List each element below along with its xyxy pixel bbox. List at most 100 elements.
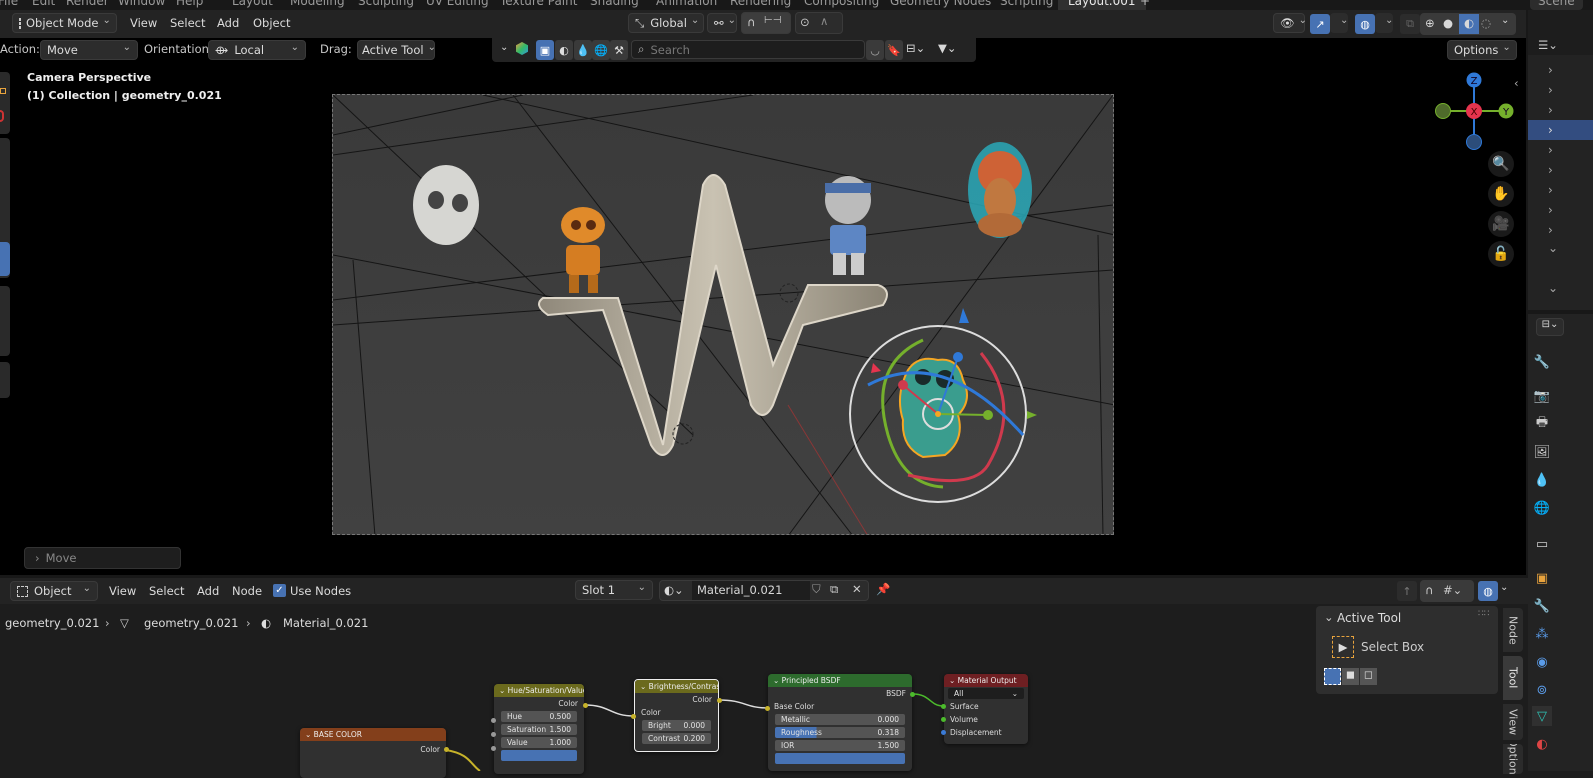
add-cube-tool-icon[interactable] [0,362,10,398]
options-dropdown[interactable]: Options [1447,40,1517,60]
menu-render[interactable]: Render [66,0,109,8]
outliner-row[interactable]: › [1528,100,1593,120]
sidebar-tab-options[interactable]: Options [1503,744,1523,774]
outliner-row-expanded[interactable]: ⌄ [1528,278,1593,298]
brush-filter-icon[interactable]: ⚒ [610,40,628,60]
socket-color-input[interactable] [631,714,636,719]
lock-camera-icon[interactable]: 🔓 [1488,241,1514,267]
object-filter-icon[interactable]: ▣ [536,40,554,60]
pivot-point-dropdown[interactable]: ⚯ [707,13,737,33]
view-layer-properties-icon[interactable]: 🖼 [1532,442,1552,462]
metallic-field[interactable]: Metallic 0.000 [775,714,905,725]
tab-texture-paint[interactable]: Texture Paint [500,0,577,8]
fake-user-shield-icon[interactable]: ⛉ [812,582,821,597]
roughness-field[interactable]: Roughness 0.318 [775,727,905,738]
tab-compositing[interactable]: Compositing [804,0,879,8]
gizmo-dropdown[interactable] [1330,13,1348,33]
outliner-row[interactable]: › [1528,140,1593,160]
outliner-display-mode-icon[interactable]: ☰⌄ [1538,38,1568,60]
data-properties-icon[interactable]: ▽ [1532,706,1552,726]
bookmark-icon[interactable]: 🔖 [885,40,903,60]
menu-window[interactable]: Window [118,0,165,8]
target-dropdown[interactable]: All ⌄ [948,688,1024,699]
chevron-down-icon[interactable]: ⌄ [1324,610,1334,624]
camera-view-icon[interactable]: 🎥 [1488,211,1514,237]
tool-properties-icon[interactable]: 🔧 [1532,352,1552,372]
slot-dropdown[interactable]: Slot 1 [575,580,653,600]
tab-rendering[interactable]: Rendering [730,0,791,8]
node-object-dropdown[interactable]: Object [10,581,98,601]
output-properties-icon[interactable]: 🖶 [1532,414,1552,434]
value-field[interactable]: Value 1.000 [501,737,577,748]
gizmo-toggle[interactable]: ↗ [1310,14,1330,34]
overlays-dropdown[interactable] [1375,13,1393,33]
socket-surface-input[interactable] [941,704,946,709]
outliner-row[interactable]: › [1528,220,1593,240]
filter-toggle-icon[interactable]: ◡ [866,40,884,60]
socket-color-output[interactable] [717,698,722,703]
material-preview-shading-icon[interactable]: ◐ [1459,14,1479,34]
tab-animation[interactable]: Animation [656,0,717,8]
menu-edit[interactable]: Edit [32,0,55,8]
search-input[interactable]: ⌕ Search [631,40,865,59]
fac-field[interactable] [501,750,577,761]
tab-scripting[interactable]: Scripting [1000,0,1053,8]
socket-volume-input[interactable] [941,717,946,722]
node-principled-bsdf[interactable]: ⌄ Principled BSDF BSDF Base Color Metall… [768,674,912,771]
constraints-properties-icon[interactable]: ⊚ [1532,680,1552,700]
outliner-row[interactable]: › [1528,200,1593,220]
node-material-output[interactable]: ⌄ Material Output All ⌄ Surface Volume Di… [944,674,1028,744]
menu-object[interactable]: Object [253,13,290,33]
bright-field[interactable]: Bright 0.000 [642,720,711,731]
unlink-material-icon[interactable]: ✕ [852,582,862,596]
menu-help[interactable]: Help [176,0,203,8]
material-filter-icon[interactable]: ◐ [555,40,573,60]
outliner-row[interactable]: › [1528,180,1593,200]
collection-properties-icon[interactable]: ▭ [1532,534,1552,554]
physics-properties-icon[interactable]: ◉ [1532,652,1552,672]
socket-bsdf-output[interactable] [910,692,915,697]
proportional-editing-toggle[interactable]: ⊙ ∧ [795,12,843,34]
sidebar-tab-view[interactable]: View [1503,704,1523,740]
material-properties-icon[interactable]: ◐ [1532,734,1552,754]
parent-node-tree-icon[interactable]: ↑ [1397,581,1417,601]
tab-sculpting[interactable]: Sculpting [358,0,414,8]
local-orientation-dropdown[interactable]: ⟴ Local [208,40,306,60]
action-dropdown[interactable]: Move [40,40,138,60]
node-menu-node[interactable]: Node [232,581,262,601]
drag-handle-icon[interactable]: ∷∷ [1478,609,1489,619]
xray-toggle[interactable]: ⧉ [1400,14,1420,34]
last-operation-panel[interactable]: › Move [24,547,181,569]
saturation-field[interactable]: Saturation 1.500 [501,724,577,735]
tab-geometry-nodes[interactable]: Geometry Nodes [890,0,991,8]
socket-input[interactable] [491,746,496,751]
outliner-row[interactable]: › [1528,160,1593,180]
filter-funnel-icon[interactable]: ▼⌄ [938,41,956,55]
socket-displacement-input[interactable] [941,730,946,735]
select-box-tool-icon[interactable] [0,88,6,94]
use-nodes-checkbox[interactable]: ✓ [273,584,286,597]
tab-uv-editing[interactable]: UV Editing [426,0,489,8]
overlays-toggle[interactable]: ◍ [1355,14,1375,34]
display-mode-dropdown-icon[interactable]: ⌄ [500,42,508,53]
socket-base-color-input[interactable] [765,706,770,711]
outliner-row[interactable]: › [1528,80,1593,100]
hue-field[interactable]: Hue 0.500 [501,711,577,722]
display-mode-icon[interactable] [516,42,528,55]
node-hue-saturation-value[interactable]: ⌄ Hue/Saturation/Value Color Hue 0.500 Sa… [494,684,584,774]
tab-layout-001[interactable]: Layout.001 [1058,0,1146,10]
socket-input[interactable] [491,718,496,723]
tab-shading[interactable]: Shading [590,0,639,8]
editor-type-dropdown[interactable]: ⊟⌄ [1536,318,1564,336]
scene-properties-icon[interactable]: 💧 [1532,470,1552,490]
light-filter-icon[interactable]: 💧 [574,40,592,60]
scene-selector[interactable]: Scene [1530,0,1583,10]
toolbar-select-group[interactable] [0,72,10,134]
menu-select[interactable]: Select [170,13,205,33]
socket-color-output[interactable] [583,703,588,708]
rendered-shading-icon[interactable]: ◌ [1481,16,1491,30]
hierarchy-icon[interactable]: ⊟⌄ [906,41,925,55]
sidebar-tab-node[interactable]: Node [1503,608,1523,652]
area-divider[interactable] [1528,310,1593,314]
selectability-visibility-dropdown[interactable]: 👁 [1273,13,1305,33]
